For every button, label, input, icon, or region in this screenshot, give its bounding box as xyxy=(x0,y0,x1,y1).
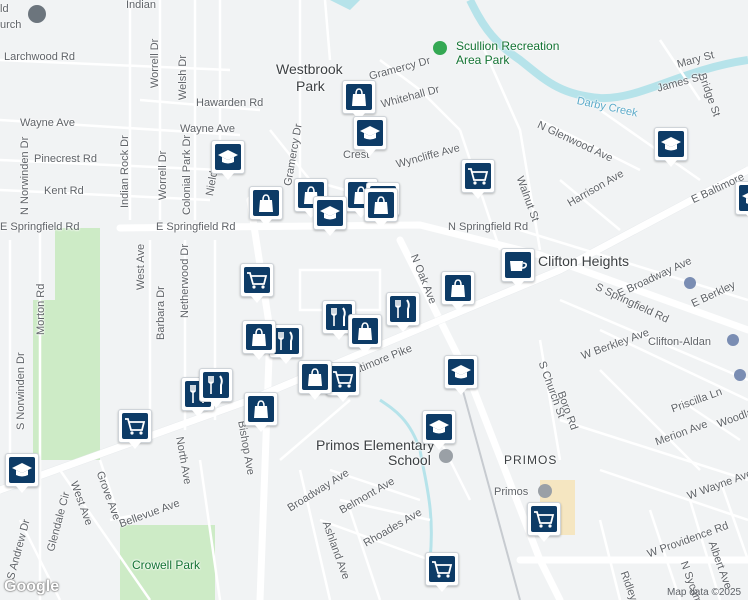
restaurant-pin[interactable] xyxy=(386,292,420,332)
road-label: Pinecrest Rd xyxy=(34,153,97,165)
park-marker xyxy=(433,41,447,55)
road-label: Indian xyxy=(126,0,156,11)
clifton-aldan-label: Clifton-Aldan xyxy=(648,336,711,348)
school-pin[interactable] xyxy=(735,181,748,221)
school-pin[interactable] xyxy=(444,355,478,395)
road-label: S Norwinden Dr xyxy=(15,352,27,430)
road-label: West Ave xyxy=(135,243,147,290)
road-label: Indian Rock Dr xyxy=(119,135,131,208)
scullion-label-2: Area Park xyxy=(456,53,510,67)
road-label: Wayne Ave xyxy=(180,123,236,135)
road-label: E Springfield Rd xyxy=(0,221,80,233)
shopping-pin[interactable] xyxy=(242,320,276,360)
road-label: Welsh Dr xyxy=(177,54,189,100)
church-label-1: ld xyxy=(0,3,9,15)
shopping-pin[interactable] xyxy=(244,392,278,432)
church-marker xyxy=(28,5,46,23)
restaurant-pin[interactable] xyxy=(199,368,233,408)
shopping-pin[interactable] xyxy=(364,188,398,228)
road-label: Barbara Dr xyxy=(155,286,167,340)
road-label: Hawarden Rd xyxy=(196,97,264,109)
grocery-pin[interactable] xyxy=(240,263,274,303)
road-label: Kent Rd xyxy=(44,185,84,197)
shopping-pin[interactable] xyxy=(249,186,283,226)
road-label: Colonial Park Dr xyxy=(181,134,193,215)
church-label-2: urch xyxy=(0,19,22,31)
transit-marker xyxy=(727,334,739,346)
primos-school-label-1: Primos Elementary xyxy=(316,437,435,453)
road-label: E Springfield Rd xyxy=(156,221,236,233)
shopping-pin[interactable] xyxy=(342,80,376,120)
grocery-pin[interactable] xyxy=(461,159,495,199)
road-label: N Springfield Rd xyxy=(448,221,529,233)
school-pin[interactable] xyxy=(5,453,39,493)
google-logo: Google xyxy=(4,578,60,595)
road-label: N Norwinden Dr xyxy=(19,136,31,215)
crowell-park-label: Crowell Park xyxy=(132,558,201,572)
clifton-heights-label: Clifton Heights xyxy=(538,253,630,269)
scullion-label-1: Scullion Recreation xyxy=(456,39,560,53)
westbrook-label-2: Park xyxy=(296,78,325,94)
westbrook-label-1: Westbrook xyxy=(276,61,343,77)
primos-area-label: PRIMOS xyxy=(504,453,558,467)
road-label: Netherwood Dr xyxy=(179,244,191,318)
school-pin[interactable] xyxy=(654,127,688,167)
transit-marker xyxy=(734,369,746,381)
station-marker xyxy=(538,484,552,498)
grocery-pin[interactable] xyxy=(527,502,561,542)
park-area-west xyxy=(33,228,100,460)
school-marker xyxy=(439,449,453,463)
shopping-pin[interactable] xyxy=(441,271,475,311)
grocery-pin[interactable] xyxy=(425,552,459,592)
school-pin[interactable] xyxy=(422,410,456,450)
road-label: Wayne Ave xyxy=(20,117,76,129)
road-label: Larchwood Rd xyxy=(4,51,75,63)
grocery-pin[interactable] xyxy=(118,409,152,449)
primos-station-label: Primos xyxy=(494,486,529,498)
shopping-pin[interactable] xyxy=(298,360,332,400)
primos-school-label-2: School xyxy=(388,452,431,468)
map-attribution: Map data ©2025 xyxy=(667,587,742,598)
school-pin[interactable] xyxy=(211,140,245,180)
road-label: Worrell Dr xyxy=(149,38,161,88)
school-pin[interactable] xyxy=(353,116,387,156)
road-label: Worrell Dr xyxy=(157,150,169,200)
shopping-pin[interactable] xyxy=(348,314,382,354)
cafe-pin[interactable] xyxy=(501,248,535,288)
road-label: Morton Rd xyxy=(35,283,47,335)
map-canvas[interactable]: ld urch Larchwood Rd Westbrook Park Hawa… xyxy=(0,0,748,600)
transit-marker xyxy=(684,277,696,289)
school-pin[interactable] xyxy=(313,196,347,236)
